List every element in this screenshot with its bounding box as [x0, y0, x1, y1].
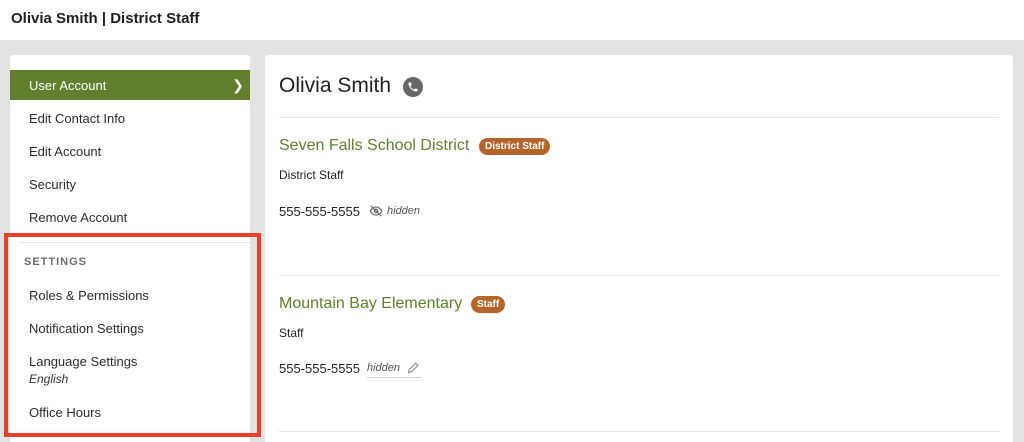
- phone-visibility: hidden: [387, 205, 421, 217]
- school-name[interactable]: Seven Falls School District: [279, 137, 469, 155]
- language-value: English: [29, 372, 69, 386]
- edit-underline: [367, 377, 421, 378]
- eye-slash-icon: [369, 205, 383, 217]
- sidebar-item-roles-permissions[interactable]: Roles & Permissions: [10, 280, 250, 310]
- sidebar-item-label: Office Hours: [29, 405, 102, 420]
- sidebar-divider: [20, 242, 250, 243]
- phone-number: 555-555-5555: [279, 361, 360, 376]
- sidebar-item-label: Edit Account: [29, 144, 102, 159]
- sidebar-item-office-hours[interactable]: Office Hours: [10, 397, 250, 427]
- sidebar-item-label: Security: [29, 177, 76, 192]
- school-name[interactable]: Mountain Bay Elementary: [279, 295, 462, 313]
- role-text: Staff: [279, 326, 304, 340]
- section-divider: [279, 431, 999, 432]
- sidebar-item-label: Notification Settings: [29, 321, 144, 336]
- sidebar-item-remove-account[interactable]: Remove Account: [10, 202, 250, 232]
- top-bar: Olivia Smith | District Staff: [0, 0, 1024, 40]
- sidebar-item-notification-settings[interactable]: Notification Settings: [10, 313, 250, 343]
- chevron-right-icon: ❯: [232, 77, 244, 93]
- role-text: District Staff: [279, 168, 344, 182]
- sidebar-item-edit-contact-info[interactable]: Edit Contact Info: [10, 103, 250, 133]
- profile-panel: Olivia Smith Seven Falls School District…: [265, 55, 1013, 442]
- phone-visibility[interactable]: hidden: [367, 362, 400, 374]
- section-divider: [279, 275, 999, 276]
- sidebar-item-language-settings[interactable]: Language Settings English: [10, 346, 250, 390]
- sidebar-item-label: User Account: [29, 78, 107, 93]
- sidebar-item-label: Edit Contact Info: [29, 111, 126, 126]
- sidebar-item-label: Language Settings: [29, 354, 138, 369]
- sidebar-item-security[interactable]: Security: [10, 169, 250, 199]
- role-badge: District Staff: [479, 138, 551, 155]
- phone-number: 555-555-5555: [279, 204, 360, 219]
- sidebar-item-label: Remove Account: [29, 210, 128, 225]
- page-title: Olivia Smith | District Staff: [11, 10, 200, 27]
- sidebar-item-edit-account[interactable]: Edit Account: [10, 136, 250, 166]
- section-divider: [279, 117, 999, 118]
- sidebar-item-label: Roles & Permissions: [29, 288, 149, 303]
- role-badge: Staff: [471, 296, 506, 313]
- sidebar: User Account ❯ Edit Contact Info Edit Ac…: [10, 55, 250, 442]
- sidebar-item-user-account[interactable]: User Account ❯: [10, 70, 250, 100]
- phone-icon[interactable]: [403, 77, 423, 97]
- pencil-icon[interactable]: [407, 361, 420, 374]
- settings-heading: SETTINGS: [24, 256, 88, 268]
- profile-name: Olivia Smith: [279, 74, 392, 97]
